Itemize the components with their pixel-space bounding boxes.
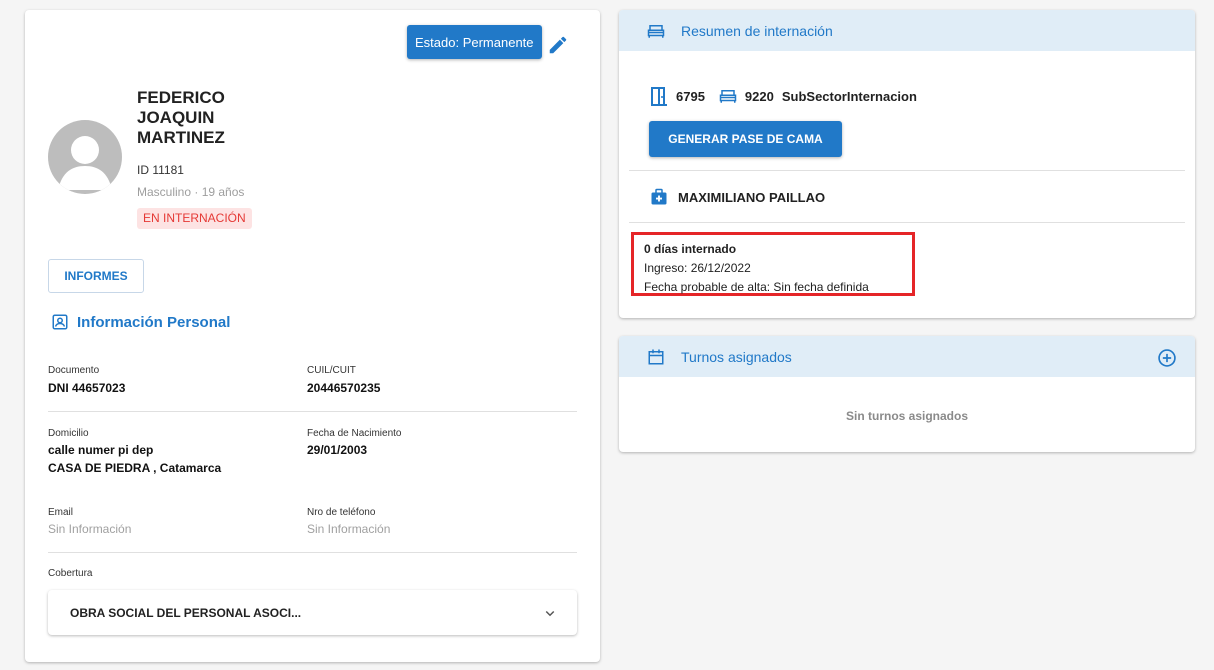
door-icon [651, 87, 667, 106]
fecha-nacimiento-label: Fecha de Nacimiento [307, 428, 402, 439]
sector-name: SubSectorInternacion [781, 88, 917, 104]
cobertura-value: OBRA SOCIAL DEL PERSONAL ASOCI... [70, 606, 302, 620]
fecha-nacimiento-value: 29/01/2003 [307, 443, 368, 457]
generar-pase-cama-button[interactable]: GENERAR PASE DE CAMA [649, 121, 842, 157]
personal-info-title: Información Personal [51, 313, 230, 331]
calendar-icon [648, 349, 664, 364]
internment-dates-box: 0 días internado Ingreso: 26/12/2022 Fec… [631, 232, 915, 296]
estado-button[interactable]: Estado: Permanente [407, 25, 542, 59]
patient-card: Estado: Permanente FEDERICO JOAQUIN MART… [25, 10, 600, 662]
contact-card-icon [52, 314, 68, 330]
summary-header: Resumen de internación [619, 10, 1195, 51]
divider [629, 170, 1185, 171]
documento-label: Documento [48, 365, 100, 376]
bed-number: 9220 [744, 88, 774, 104]
add-circle-icon[interactable] [1157, 348, 1177, 368]
patient-name: FEDERICO JOAQUIN MARTINEZ [137, 88, 225, 147]
doctor-name: MAXIMILIANO PAILLAO [678, 189, 826, 205]
bed-icon [719, 90, 737, 103]
no-turnos-message: Sin turnos asignados [845, 409, 968, 423]
divider [48, 552, 577, 553]
alta-probable: Fecha probable de alta: Sin fecha defini… [644, 280, 869, 294]
turnos-header: Turnos asignados [619, 336, 1195, 377]
cuil-value: 20446570235 [307, 381, 381, 395]
domicilio-line2: CASA DE PIEDRA , Catamarca [48, 461, 222, 475]
informes-button[interactable]: INFORMES [48, 259, 144, 293]
avatar [48, 120, 122, 194]
summary-title: Resumen de internación [681, 22, 833, 39]
doctor-row: MAXIMILIANO PAILLAO [650, 188, 825, 206]
email-label: Email [48, 507, 74, 518]
edit-icon[interactable] [547, 34, 569, 56]
cuil-label: CUIL/CUIT [307, 365, 356, 376]
chevron-down-icon[interactable] [541, 604, 559, 622]
turnos-title: Turnos asignados [681, 348, 792, 365]
status-badge: EN INTERNACIÓN [137, 208, 252, 229]
internment-summary-card: Resumen de internación 6795 9220 SubSect… [619, 10, 1195, 318]
ingreso-date: Ingreso: 26/12/2022 [644, 261, 751, 275]
bed-icon [647, 24, 665, 38]
personal-info-title-text: Información Personal [77, 313, 231, 331]
location-row: 6795 9220 SubSectorInternacion [650, 86, 917, 106]
room-number: 6795 [676, 88, 705, 104]
avatar-person-icon [58, 136, 112, 190]
telefono-value: Sin Información [307, 522, 391, 536]
domicilio-line1: calle numer pi dep [48, 443, 154, 457]
patient-gender-age: Masculino · 19 años [137, 185, 245, 199]
telefono-label: Nro de teléfono [307, 507, 376, 518]
days-internado: 0 días internado [644, 242, 737, 256]
divider [48, 411, 577, 412]
divider [629, 222, 1185, 223]
email-value: Sin Información [48, 522, 132, 536]
cobertura-label: Cobertura [48, 568, 93, 579]
patient-id: ID 11181 [137, 163, 184, 177]
domicilio-label: Domicilio [48, 428, 89, 439]
turnos-card: Turnos asignados Sin turnos asignados [619, 336, 1195, 452]
cobertura-expansion-panel[interactable]: OBRA SOCIAL DEL PERSONAL ASOCI... [48, 590, 577, 635]
documento-value: DNI 44657023 [48, 381, 126, 395]
medical-bag-icon [651, 188, 667, 205]
